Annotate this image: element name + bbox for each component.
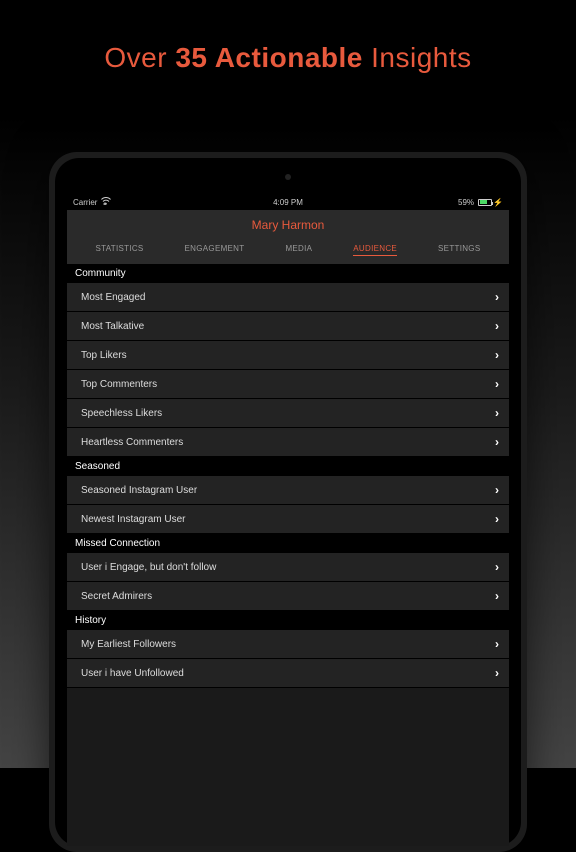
chevron-right-icon: › (495, 290, 499, 304)
battery-icon: ⚡ (478, 198, 503, 207)
camera-dot (285, 174, 291, 180)
chevron-right-icon: › (495, 589, 499, 603)
chevron-right-icon: › (495, 435, 499, 449)
status-bar: Carrier 4:09 PM 59% ⚡ (67, 194, 509, 210)
screen: Carrier 4:09 PM 59% ⚡ Mary Harmon ST (67, 194, 509, 846)
list-item-label: Top Commenters (81, 379, 157, 390)
headline-pre: Over (104, 42, 175, 73)
chevron-right-icon: › (495, 666, 499, 680)
tab-engagement[interactable]: ENGAGEMENT (185, 244, 245, 256)
device-frame: Carrier 4:09 PM 59% ⚡ Mary Harmon ST (49, 152, 527, 852)
list-item[interactable]: Secret Admirers › (67, 582, 509, 611)
content-list: CommunityMost Engaged›Most Talkative›Top… (67, 264, 509, 688)
list-item[interactable]: Top Likers › (67, 341, 509, 370)
tab-settings[interactable]: SETTINGS (438, 244, 480, 256)
device-bezel: Carrier 4:09 PM 59% ⚡ Mary Harmon ST (55, 158, 521, 846)
headline-bold: 35 Actionable (175, 42, 363, 73)
chevron-right-icon: › (495, 406, 499, 420)
status-left: Carrier (73, 197, 111, 207)
list-item-label: Top Likers (81, 350, 127, 361)
list-item[interactable]: Top Commenters › (67, 370, 509, 399)
list-item-label: Heartless Commenters (81, 437, 183, 448)
list-item[interactable]: My Earliest Followers › (67, 630, 509, 659)
list-item-label: User i have Unfollowed (81, 668, 184, 679)
list-item[interactable]: Most Engaged › (67, 283, 509, 312)
list-item[interactable]: User i Engage, but don't follow › (67, 553, 509, 582)
status-time: 4:09 PM (273, 198, 303, 207)
chevron-right-icon: › (495, 483, 499, 497)
list-item[interactable]: Seasoned Instagram User › (67, 476, 509, 505)
tab-statistics[interactable]: STATISTICS (96, 244, 144, 256)
wifi-icon (101, 197, 111, 207)
list-item-label: My Earliest Followers (81, 639, 176, 650)
list-item-label: Speechless Likers (81, 408, 162, 419)
nav-header: Mary Harmon (67, 210, 509, 238)
carrier-label: Carrier (73, 198, 97, 207)
list-item[interactable]: Newest Instagram User › (67, 505, 509, 534)
list-item[interactable]: Speechless Likers › (67, 399, 509, 428)
tab-bar: STATISTICS ENGAGEMENT MEDIA AUDIENCE SETTING… (67, 238, 509, 264)
list-item[interactable]: Most Talkative › (67, 312, 509, 341)
status-right: 59% ⚡ (458, 198, 503, 207)
chevron-right-icon: › (495, 560, 499, 574)
page-title: Mary Harmon (67, 218, 509, 232)
promo-headline: Over 35 Actionable Insights (0, 0, 576, 74)
chevron-right-icon: › (495, 348, 499, 362)
section-header: Seasoned (67, 457, 509, 476)
section-header: Community (67, 264, 509, 283)
list-item-label: Most Talkative (81, 321, 144, 332)
tab-media[interactable]: MEDIA (285, 244, 312, 256)
list-item-label: Secret Admirers (81, 591, 152, 602)
list-item[interactable]: Heartless Commenters › (67, 428, 509, 457)
chevron-right-icon: › (495, 377, 499, 391)
chevron-right-icon: › (495, 512, 499, 526)
list-item[interactable]: User i have Unfollowed › (67, 659, 509, 688)
list-item-label: Most Engaged (81, 292, 146, 303)
section-header: History (67, 611, 509, 630)
headline-post: Insights (363, 42, 472, 73)
battery-pct: 59% (458, 198, 474, 207)
list-item-label: User i Engage, but don't follow (81, 562, 216, 573)
chevron-right-icon: › (495, 637, 499, 651)
tab-audience[interactable]: AUDIENCE (353, 244, 397, 256)
chevron-right-icon: › (495, 319, 499, 333)
list-item-label: Newest Instagram User (81, 514, 185, 525)
section-header: Missed Connection (67, 534, 509, 553)
list-item-label: Seasoned Instagram User (81, 485, 197, 496)
